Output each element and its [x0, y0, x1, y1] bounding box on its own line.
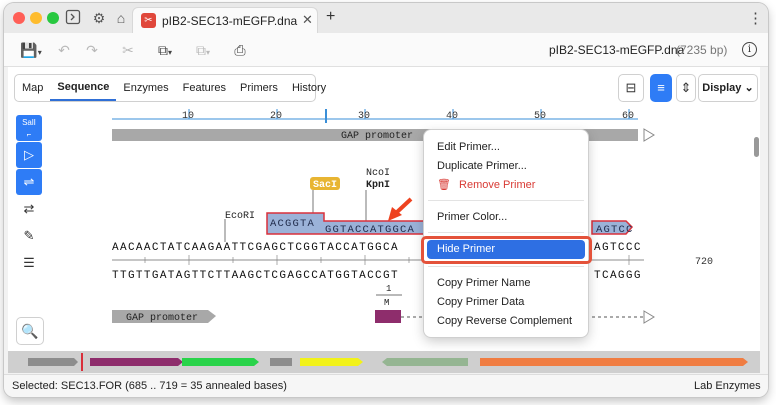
document-tab[interactable]: ✂ pIB2-SEC13-mEGFP.dna ✕: [132, 7, 318, 33]
primer-context-menu: Edit Primer... Duplicate Primer... 🗑 Rem…: [424, 130, 588, 337]
save-menu-icon[interactable]: 💾▾: [18, 41, 44, 59]
gap-promoter-label-top: GAP promoter: [341, 131, 413, 142]
top-strand-tail: AGTCCC: [594, 242, 642, 254]
minimize-window-button[interactable]: [30, 12, 42, 24]
menu-primer-color[interactable]: Primer Color...: [437, 208, 507, 227]
marker-letter: M: [384, 298, 389, 308]
ecori-label: EcoRI: [225, 211, 255, 222]
ruler-ticks: [188, 109, 630, 123]
sequence-canvas: 10 20 30 40 50 60 GAP promoter EcoRI Sac…: [112, 109, 713, 324]
ruler-label: 50: [534, 111, 546, 122]
ruler-label: 40: [446, 111, 458, 122]
undo-icon[interactable]: ↶: [54, 41, 74, 59]
menu-copy-reverse-complement[interactable]: Copy Reverse Complement: [437, 312, 572, 331]
feature-arrow-right: [643, 310, 655, 324]
map-feature-sage: [382, 358, 468, 366]
top-strand: AACAACTATCAAGAATTCGAGCTCGGTACCATGGCA: [112, 242, 399, 254]
kpni-label: KpnI: [366, 180, 390, 191]
ruler-label: 20: [270, 111, 282, 122]
gap-promoter-label-bottom: GAP promoter: [126, 313, 198, 324]
close-window-button[interactable]: [13, 12, 25, 24]
file-size: (7235 bp): [676, 43, 728, 57]
highlight-annotation-ring: [421, 236, 592, 264]
paste-menu-icon[interactable]: ⧉▾: [190, 41, 216, 59]
map-feature-gray: [270, 358, 292, 366]
print-icon[interactable]: ⎙: [230, 41, 250, 59]
sequence-view: Map Sequence Enzymes Features Primers Hi…: [8, 67, 760, 371]
red-arrow-shaft: [394, 197, 413, 215]
map-feature-m: [90, 358, 183, 366]
redo-icon[interactable]: ↷: [82, 41, 102, 59]
close-tab-icon[interactable]: ✕: [302, 12, 313, 28]
menu-copy-primer-data[interactable]: Copy Primer Data: [437, 293, 524, 312]
bottom-strand-tail: TCAGGG: [594, 270, 642, 282]
zoom-window-button[interactable]: [47, 12, 59, 24]
selection-status: Selected: SEC13.FOR (685 .. 719 = 35 ann…: [12, 380, 287, 392]
tab-bar: ⚙ ⌂ ✂ pIB2-SEC13-mEGFP.dna ✕ + ⋮: [4, 3, 768, 33]
new-tab-icon[interactable]: +: [326, 8, 335, 26]
snapgene-app-icon: ✂: [141, 13, 156, 28]
trash-icon: 🗑: [437, 179, 451, 191]
ncoi-label: NcoI: [366, 168, 390, 179]
saci-label: SacI: [313, 180, 337, 191]
primer-overhang: ACGGTA: [270, 218, 315, 230]
marker-number: 1: [386, 284, 391, 294]
gap-promoter-arrow: [643, 128, 655, 142]
gear-icon[interactable]: ⚙: [90, 9, 108, 27]
status-bar: Selected: SEC13.FOR (685 .. 719 = 35 ann…: [4, 374, 768, 397]
ruler-label: 10: [182, 111, 194, 122]
bottom-strand: TTGTTGATAGTTCTTAAGCTCGAGCCATGGTACCGT: [112, 270, 399, 282]
menu-separator: [428, 200, 584, 201]
more-options-icon[interactable]: ⋮: [748, 9, 763, 27]
menu-copy-primer-name[interactable]: Copy Primer Name: [437, 274, 531, 293]
menu-duplicate-primer[interactable]: Duplicate Primer...: [437, 157, 527, 176]
menu-separator: [428, 266, 584, 267]
menu-edit-primer[interactable]: Edit Primer...: [437, 138, 500, 157]
menu-remove-primer[interactable]: 🗑 Remove Primer: [437, 176, 535, 195]
sidebar-toggle-icon[interactable]: [64, 9, 82, 27]
map-position-marker: [81, 353, 83, 371]
map-overview-strip[interactable]: [8, 351, 760, 373]
m-feature-block: [375, 310, 401, 323]
document-tab-title: pIB2-SEC13-mEGFP.dna: [162, 14, 298, 28]
map-feature-gap: [28, 358, 78, 366]
primer-tail-text: AGTCC: [596, 224, 634, 236]
menu-remove-primer-label: Remove Primer: [459, 179, 536, 191]
home-icon[interactable]: ⌂: [112, 9, 130, 27]
map-feature-green: [182, 358, 259, 366]
copy-menu-icon[interactable]: ⧉▾: [152, 41, 178, 59]
file-name: pIB2-SEC13-mEGFP.dna: [549, 43, 685, 57]
ruler-label: 30: [358, 111, 370, 122]
map-feature-orange: [480, 358, 748, 366]
app-window: ⚙ ⌂ ✂ pIB2-SEC13-mEGFP.dna ✕ + ⋮ 💾▾ ↶ ↷ …: [4, 3, 768, 397]
menu-separator: [428, 232, 584, 233]
cut-icon[interactable]: ✂: [118, 41, 138, 59]
enzyme-set-label[interactable]: Lab Enzymes: [694, 380, 761, 392]
info-icon[interactable]: i: [742, 42, 757, 57]
ruler-label: 60: [622, 111, 634, 122]
toolbar: 💾▾ ↶ ↷ ✂ ⧉▾ ⧉▾ ⎙ pIB2-SEC13-mEGFP.dna (7…: [4, 33, 768, 67]
map-feature-yellow: [300, 358, 363, 366]
position-720: 720: [695, 257, 713, 268]
primer-annealed: GGTACCATGGCA: [325, 224, 415, 236]
